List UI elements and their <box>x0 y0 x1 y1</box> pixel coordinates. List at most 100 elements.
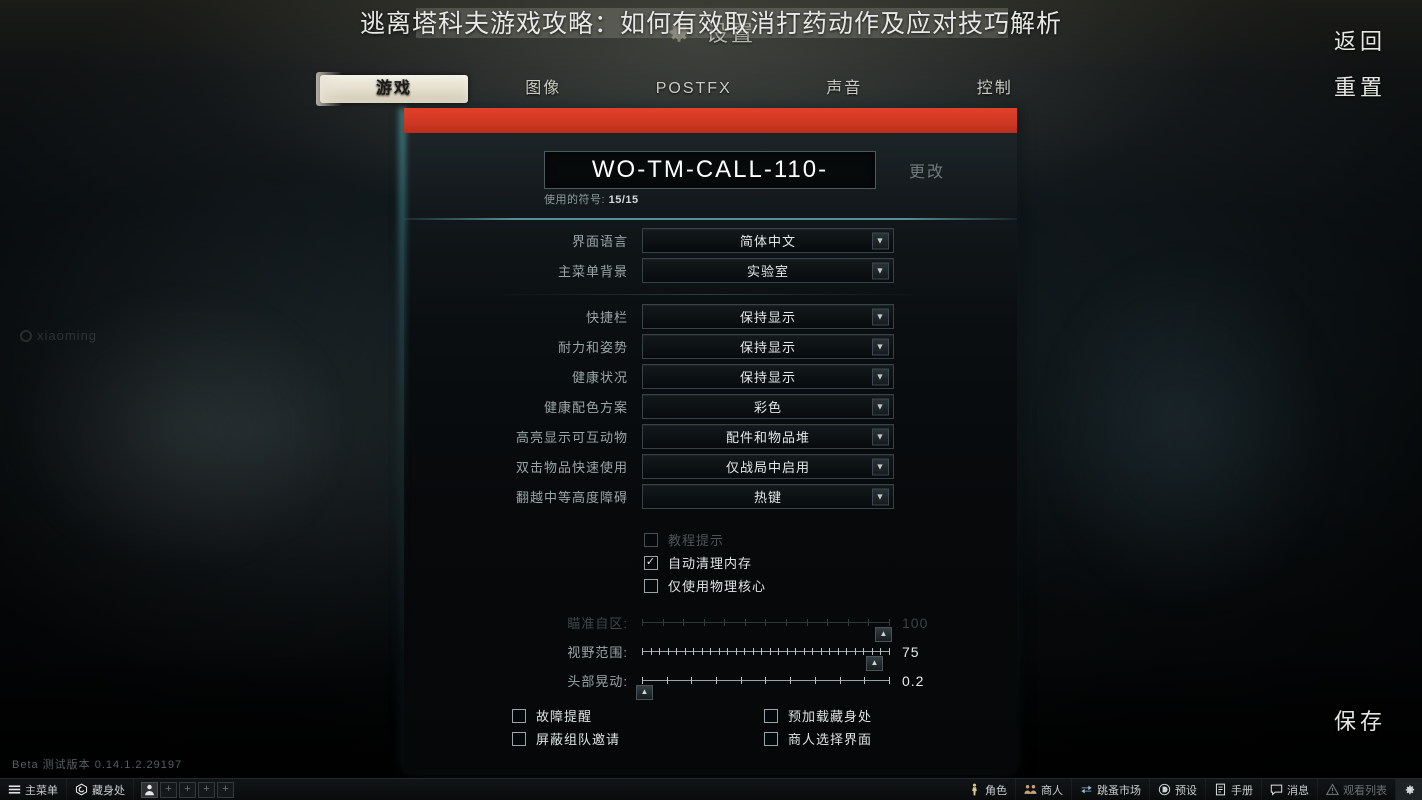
select-quickbar[interactable]: 保持显示 ▼ <box>642 304 894 329</box>
tab-postfx[interactable]: POSTFX <box>619 70 770 108</box>
panel-teal-divider <box>404 218 1017 220</box>
chevron-down-icon[interactable]: ▼ <box>872 232 889 249</box>
chevron-down-icon[interactable]: ▼ <box>872 428 889 445</box>
taskbar-main-menu-label: 主菜单 <box>25 784 58 797</box>
taskbar-slot-avatar[interactable] <box>141 781 158 798</box>
select-ui-language-value: 简体中文 <box>739 234 796 249</box>
slider-thumb[interactable]: ▲ <box>636 684 653 700</box>
label-main-menu-background: 主菜单背景 <box>557 264 628 279</box>
handbook-icon <box>1214 783 1227 796</box>
row-quickbar: 快捷栏 保持显示 ▼ <box>404 302 1017 331</box>
taskbar-traders[interactable]: 商人 <box>1016 778 1072 800</box>
chevron-down-icon[interactable]: ▼ <box>872 262 889 279</box>
checkbox-box[interactable] <box>764 708 778 723</box>
row-stamina-stance: 耐力和姿势 保持显示 ▼ <box>404 332 1017 361</box>
select-stamina-stance[interactable]: 保持显示 ▼ <box>642 334 894 359</box>
settings-tabbar: 游戏 图像 POSTFX 声音 控制 <box>310 70 1070 108</box>
select-health-color-scheme[interactable]: 彩色 ▼ <box>642 394 894 419</box>
tab-sound[interactable]: 声音 <box>769 70 920 108</box>
taskbar-flea-market[interactable]: 跳蚤市场 <box>1072 778 1150 800</box>
taskbar-messages[interactable]: 消息 <box>1262 778 1318 800</box>
taskbar-watchlist[interactable]: 观看列表 <box>1318 778 1396 800</box>
taskbar-main-menu[interactable]: 主菜单 <box>0 778 67 800</box>
taskbar-settings-button[interactable] <box>1396 778 1422 800</box>
select-health-status-value: 保持显示 <box>739 370 796 385</box>
taskbar-slot-4[interactable]: + <box>217 781 234 798</box>
slider-fov-value: 75 <box>902 643 920 660</box>
taskbar-handbook[interactable]: 手册 <box>1206 778 1262 800</box>
select-highlight-interactables[interactable]: 配件和物品堆 ▼ <box>642 424 894 449</box>
toggle-group: 教程提示 ✓ 自动清理内存 仅使用物理核心 <box>404 528 1017 597</box>
chevron-down-icon[interactable]: ▼ <box>872 488 889 505</box>
tab-controls[interactable]: 控制 <box>920 70 1071 108</box>
chevron-down-icon[interactable]: ▼ <box>872 398 889 415</box>
checkbox-box[interactable] <box>512 708 526 723</box>
chevron-down-icon[interactable]: ▼ <box>872 458 889 475</box>
checkbox-box[interactable]: ✓ <box>644 555 658 570</box>
select-vaulting[interactable]: 热键 ▼ <box>642 484 894 509</box>
gear-icon <box>1403 783 1416 796</box>
warning-icon <box>1326 783 1339 796</box>
nickname-change-button[interactable]: 更改 <box>909 158 945 182</box>
checkbox-box[interactable] <box>644 578 658 593</box>
select-ui-language[interactable]: 简体中文 ▼ <box>642 228 894 253</box>
nickname-input[interactable]: WO-TM-CALL-110- <box>544 151 876 189</box>
reset-button[interactable]: 重置 <box>1334 70 1386 102</box>
nickname-counter-label: 使用的符号: <box>544 194 606 206</box>
taskbar-hideout[interactable]: 藏身处 <box>67 778 134 800</box>
taskbar-presets[interactable]: 预设 <box>1150 778 1206 800</box>
label-fov: 视野范围: <box>567 645 628 660</box>
checkbox-physical-cores-only[interactable]: 仅使用物理核心 <box>644 574 1017 597</box>
taskbar-slot-3[interactable]: + <box>198 781 215 798</box>
select-highlight-interactables-value: 配件和物品堆 <box>725 430 810 445</box>
slider-ticks <box>642 647 890 655</box>
watermark-text: xiaoming <box>37 328 98 343</box>
slider-ticks <box>642 676 890 684</box>
tab-game[interactable]: 游戏 <box>316 72 468 106</box>
save-button[interactable]: 保存 <box>1334 704 1386 736</box>
taskbar-character[interactable]: 角色 <box>960 778 1016 800</box>
nickname-block: WO-TM-CALL-110- 使用的符号: 15/15 更改 <box>404 133 1017 219</box>
select-health-color-scheme-value: 彩色 <box>753 400 782 415</box>
select-vaulting-value: 热键 <box>753 490 782 505</box>
label-stamina-stance: 耐力和姿势 <box>557 340 628 355</box>
checkbox-auto-ram-cleaner[interactable]: ✓ 自动清理内存 <box>644 551 1017 574</box>
slider-fov[interactable]: ▲ <box>642 644 890 671</box>
checkbox-box[interactable] <box>512 731 526 746</box>
select-health-status[interactable]: 保持显示 ▼ <box>642 364 894 389</box>
label-double-click-use: 双击物品快速使用 <box>515 460 628 475</box>
checkbox-trader-select-ui[interactable]: 商人选择界面 <box>764 727 1016 750</box>
checkbox-preload-hideout[interactable]: 预加载藏身处 <box>764 704 1016 727</box>
chevron-down-icon[interactable]: ▼ <box>872 308 889 325</box>
slider-head-bobbing[interactable]: ▲ <box>636 673 890 700</box>
select-double-click-use[interactable]: 仅战局中启用 ▼ <box>642 454 894 479</box>
chevron-down-icon[interactable]: ▼ <box>872 368 889 385</box>
article-title-overlay: 逃离塔科夫游戏攻略：如何有效取消打药动作及应对技巧解析 <box>359 10 1062 38</box>
slider-aim-zone[interactable]: ▲ <box>642 615 892 642</box>
checkbox-tutorial-tips[interactable]: 教程提示 <box>644 528 1017 551</box>
bottom-toggle-group: 故障提醒 屏蔽组队邀请 预加载藏身处 商人选择界面 <box>404 704 1017 750</box>
checkbox-box[interactable] <box>764 731 778 746</box>
slider-aim-zone-value: 100 <box>902 614 929 631</box>
checkbox-physical-cores-only-label: 仅使用物理核心 <box>668 579 767 594</box>
label-aim-zone: 瞄准自区: <box>567 616 628 631</box>
taskbar-slot-1[interactable]: + <box>160 781 177 798</box>
watermark-icon <box>20 329 32 342</box>
settings-panel: WO-TM-CALL-110- 使用的符号: 15/15 更改 界面语言 简体中… <box>399 108 1017 772</box>
taskbar-slot-2[interactable]: + <box>179 781 196 798</box>
label-quickbar: 快捷栏 <box>585 310 628 325</box>
bottom-taskbar: 主菜单 藏身处 + + + + 角色 商人 跳蚤市场 预设 手册 消息 观看列表 <box>0 778 1422 800</box>
checkbox-box[interactable] <box>644 532 658 547</box>
label-health-color-scheme: 健康配色方案 <box>543 400 628 415</box>
tab-graphics[interactable]: 图像 <box>468 70 619 108</box>
select-main-menu-background[interactable]: 实验室 ▼ <box>642 258 894 283</box>
label-head-bobbing: 头部晃动: <box>567 674 628 689</box>
row-health-status: 健康状况 保持显示 ▼ <box>404 362 1017 391</box>
slider-row-fov: 视野范围: ▲ 75 <box>404 637 1017 671</box>
checkbox-block-group-invites[interactable]: 屏蔽组队邀请 <box>512 727 764 750</box>
chevron-down-icon[interactable]: ▼ <box>872 338 889 355</box>
preset-icon <box>1158 783 1171 796</box>
row-ui-language: 界面语言 简体中文 ▼ <box>404 226 1017 255</box>
watermark: xiaoming <box>20 328 97 343</box>
checkbox-malfunction-notify[interactable]: 故障提醒 <box>512 704 764 727</box>
